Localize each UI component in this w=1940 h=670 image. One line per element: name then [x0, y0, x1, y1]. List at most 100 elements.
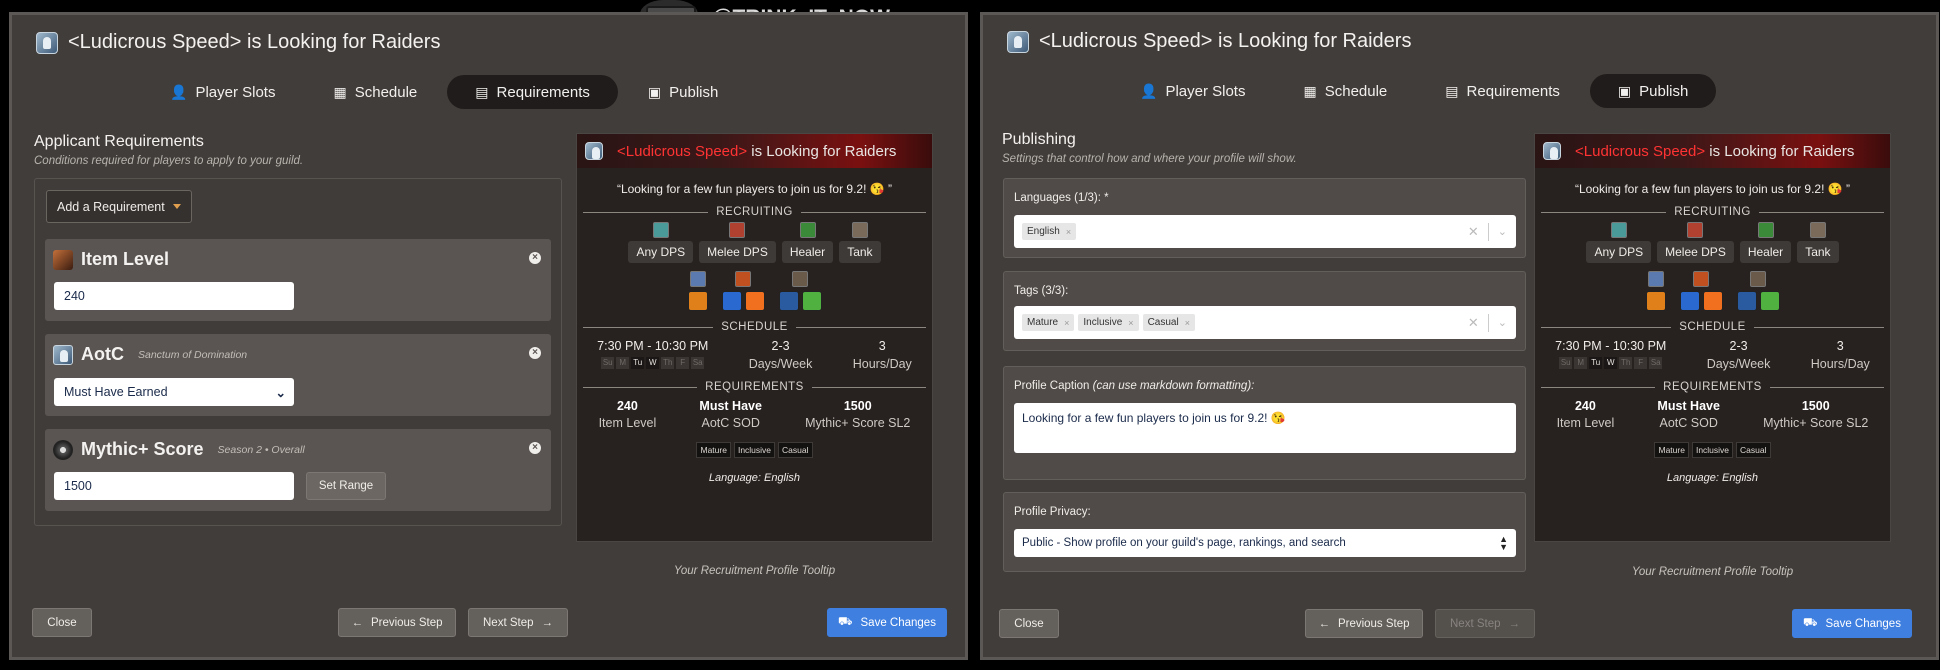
requirement-header: Mythic+ Score Season 2 • Overall [53, 439, 305, 460]
day-f: F [676, 357, 690, 369]
guild-icon [36, 31, 58, 54]
languages-field-group: Languages (1/3): * English × ✕ ⌄ [1003, 178, 1526, 258]
requirement-summary: 240 Item Level Must Have AotC SOD 1500 Myth… [577, 399, 932, 430]
save-changes-button[interactable]: ⛟ Save Changes [1792, 609, 1912, 638]
spec-icon [1702, 291, 1723, 311]
req-label: AotC SOD [1659, 416, 1718, 430]
days-per-week-value: 2-3 [771, 339, 790, 353]
requirement-name: Mythic+ Score [81, 439, 204, 459]
arrow-right-icon: → [541, 616, 554, 629]
set-range-button[interactable]: Set Range [306, 472, 386, 500]
days-per-week-label: Days/Week [1706, 357, 1771, 371]
tab-player-slots[interactable]: 👤 Player Slots [1112, 74, 1273, 108]
tag-chip[interactable]: Casual × [1142, 314, 1195, 331]
panel-title-text: <Ludicrous Speed> is Looking for Raiders [68, 31, 441, 53]
tab-publish[interactable]: ▣ Publish [1589, 74, 1717, 108]
caption-label-text: Profile Caption [1014, 380, 1090, 392]
previous-step-label: Previous Step [1337, 617, 1410, 630]
time-range: 7:30 PM - 10:30 PM [597, 339, 709, 353]
mythic-score-input[interactable]: 1500 [54, 472, 294, 500]
remove-chip-icon[interactable]: × [1064, 318, 1069, 328]
tooltip-tags: Mature Inclusive Casual [1535, 442, 1890, 458]
day-sa: Sa [691, 357, 705, 369]
clear-icon[interactable]: ✕ [1459, 224, 1488, 240]
chevron-down-icon: ⌄ [275, 385, 286, 400]
close-button[interactable]: Close [32, 608, 92, 637]
spec-icon [801, 291, 822, 311]
tab-player-slots[interactable]: 👤 Player Slots [142, 75, 303, 109]
remove-chip-icon[interactable]: × [1128, 318, 1133, 328]
previous-step-button[interactable]: ← Previous Step [338, 608, 456, 637]
day-sa: Sa [1649, 357, 1663, 369]
requirements-panel: <Ludicrous Speed> is Looking for Raiders… [9, 12, 968, 660]
hours-per-day-value: 3 [1836, 339, 1844, 353]
next-step-button[interactable]: Next Step → [1435, 609, 1535, 638]
chevron-down-icon[interactable]: ⌄ [1489, 316, 1516, 329]
spec-group [687, 271, 708, 311]
tag-chip[interactable]: Mature × [1022, 314, 1075, 331]
tooltip-caption: Your Recruitment Profile Tooltip [673, 565, 836, 577]
tooltip-title: <Ludicrous Speed> is Looking for Raiders [1575, 143, 1854, 160]
tooltip-tag: Casual [1736, 442, 1771, 458]
day-w: W [1604, 357, 1618, 369]
day-th: Th [661, 357, 675, 369]
days-per-week-value: 2-3 [1729, 339, 1748, 353]
tags-field-group: Tags (3/3): Mature × Inclusive × Casual × ✕… [1003, 271, 1526, 351]
tab-requirements[interactable]: ▤ Requirements [447, 75, 618, 109]
req-summary-item: Must Have AotC SOD [1657, 399, 1720, 430]
tooltip-tag: Inclusive [733, 442, 776, 458]
save-changes-label: Save Changes [860, 616, 936, 629]
id-card-icon: ▣ [647, 83, 662, 100]
tab-schedule[interactable]: ▦ Schedule [1275, 74, 1415, 108]
tab-bar: 👤 Player Slots ▦ Schedule ▤ Requirements ▣ P… [142, 75, 746, 109]
guild-icon [1543, 142, 1561, 160]
clear-icon[interactable]: ✕ [1459, 315, 1488, 331]
role-label: Any DPS [628, 241, 694, 263]
save-icon: ⛟ [838, 616, 853, 628]
section-title: Applicant Requirements [34, 133, 204, 150]
remove-requirement-icon[interactable]: × [529, 442, 541, 454]
spec-icon [1679, 291, 1700, 311]
class-icon [792, 271, 808, 287]
time-range: 7:30 PM - 10:30 PM [1555, 339, 1667, 353]
tab-schedule[interactable]: ▦ Schedule [305, 75, 445, 109]
next-step-button[interactable]: Next Step → [468, 608, 568, 637]
previous-step-button[interactable]: ← Previous Step [1305, 609, 1423, 638]
language-chip[interactable]: English × [1022, 223, 1077, 240]
role-melee-dps: Melee DPS [699, 222, 776, 263]
tag-chip[interactable]: Inclusive × [1078, 314, 1139, 331]
hours-per-day: 3 Hours/Day [1811, 339, 1870, 371]
tab-publish[interactable]: ▣ Publish [620, 75, 746, 109]
spec-group [1736, 271, 1780, 311]
day-th: Th [1619, 357, 1633, 369]
spec-group [778, 271, 822, 311]
role-any-dps: Any DPS [1586, 222, 1652, 263]
role-healer: Healer [1739, 222, 1792, 263]
role-label: Melee DPS [1657, 241, 1734, 263]
item-level-input[interactable]: 240 [54, 282, 294, 310]
tags-multiselect[interactable]: Mature × Inclusive × Casual × ✕ ⌄ [1014, 306, 1516, 339]
privacy-select[interactable]: Public - Show profile on your guild's pa… [1014, 529, 1516, 557]
add-user-icon: 👤 [1140, 82, 1158, 99]
requirement-subtitle: Sanctum of Domination [138, 348, 248, 361]
caption-textarea[interactable]: Looking for a few fun players to join us… [1014, 403, 1516, 453]
languages-multiselect[interactable]: English × ✕ ⌄ [1014, 215, 1516, 248]
tab-requirements[interactable]: ▤ Requirements [1417, 74, 1588, 108]
aotc-select[interactable]: Must Have Earned ⌄ [54, 378, 294, 406]
languages-label: Languages (1/3): * [1014, 192, 1109, 204]
add-requirement-dropdown[interactable]: Add a Requirement [46, 190, 192, 223]
day-m: M [616, 357, 630, 369]
caption-field-group: Profile Caption (can use markdown format… [1003, 366, 1526, 480]
remove-chip-icon[interactable]: × [1185, 318, 1190, 328]
requirement-header: Item Level [53, 249, 169, 270]
requirement-item-level: Item Level × 240 [45, 239, 551, 321]
remove-chip-icon[interactable]: × [1066, 227, 1071, 237]
chevron-down-icon[interactable]: ⌄ [1489, 225, 1516, 238]
close-button[interactable]: Close [999, 609, 1059, 638]
schedule-heading: SCHEDULE [1541, 321, 1884, 333]
tank-icon [1809, 222, 1826, 238]
remove-requirement-icon[interactable]: × [529, 347, 541, 359]
req-summary-item: 240 Item Level [599, 399, 657, 430]
save-changes-button[interactable]: ⛟ Save Changes [827, 608, 947, 637]
remove-requirement-icon[interactable]: × [529, 252, 541, 264]
